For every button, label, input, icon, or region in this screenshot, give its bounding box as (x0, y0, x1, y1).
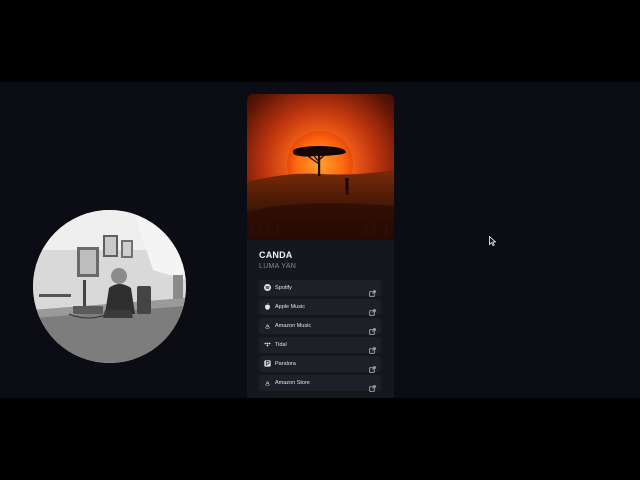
spotify-icon (264, 284, 271, 292)
external-link-icon (369, 284, 376, 297)
external-link-icon (369, 322, 376, 335)
link-spotify[interactable]: Spotify (259, 280, 381, 297)
mouse-cursor (489, 233, 497, 247)
external-link-icon (369, 341, 376, 354)
artist-name: LUMA YAN (259, 263, 297, 270)
page-background: CANDA LUMA YAN Spotify Apple Music a Ama… (0, 82, 640, 398)
link-label: Pandora (275, 360, 296, 367)
streaming-links: Spotify Apple Music a Amazon Music Tidal… (259, 280, 381, 394)
amazon-icon: a (264, 379, 271, 386)
external-link-icon (369, 303, 376, 316)
letterbox-top (0, 0, 640, 82)
external-link-icon (369, 360, 376, 373)
link-tidal[interactable]: Tidal (259, 337, 381, 354)
release-card: CANDA LUMA YAN Spotify Apple Music a Ama… (247, 94, 394, 398)
link-label: Amazon Music (275, 322, 312, 329)
tidal-icon (264, 341, 271, 348)
album-cover (247, 94, 394, 240)
pandora-icon (264, 360, 271, 367)
link-label: Spotify (275, 284, 292, 291)
letterbox-bottom (0, 398, 640, 480)
webcam-overlay (33, 210, 186, 363)
link-apple-music[interactable]: Apple Music (259, 299, 381, 316)
amazon-icon: a (264, 322, 271, 329)
external-link-icon (369, 379, 376, 392)
link-amazon-store[interactable]: a Amazon Store (259, 375, 381, 392)
link-label: Apple Music (275, 303, 305, 310)
release-title: CANDA (259, 250, 293, 260)
link-label: Amazon Store (275, 379, 310, 386)
link-amazon-music[interactable]: a Amazon Music (259, 318, 381, 335)
link-pandora[interactable]: Pandora (259, 356, 381, 373)
link-label: Tidal (275, 341, 287, 348)
apple-icon (264, 303, 271, 310)
